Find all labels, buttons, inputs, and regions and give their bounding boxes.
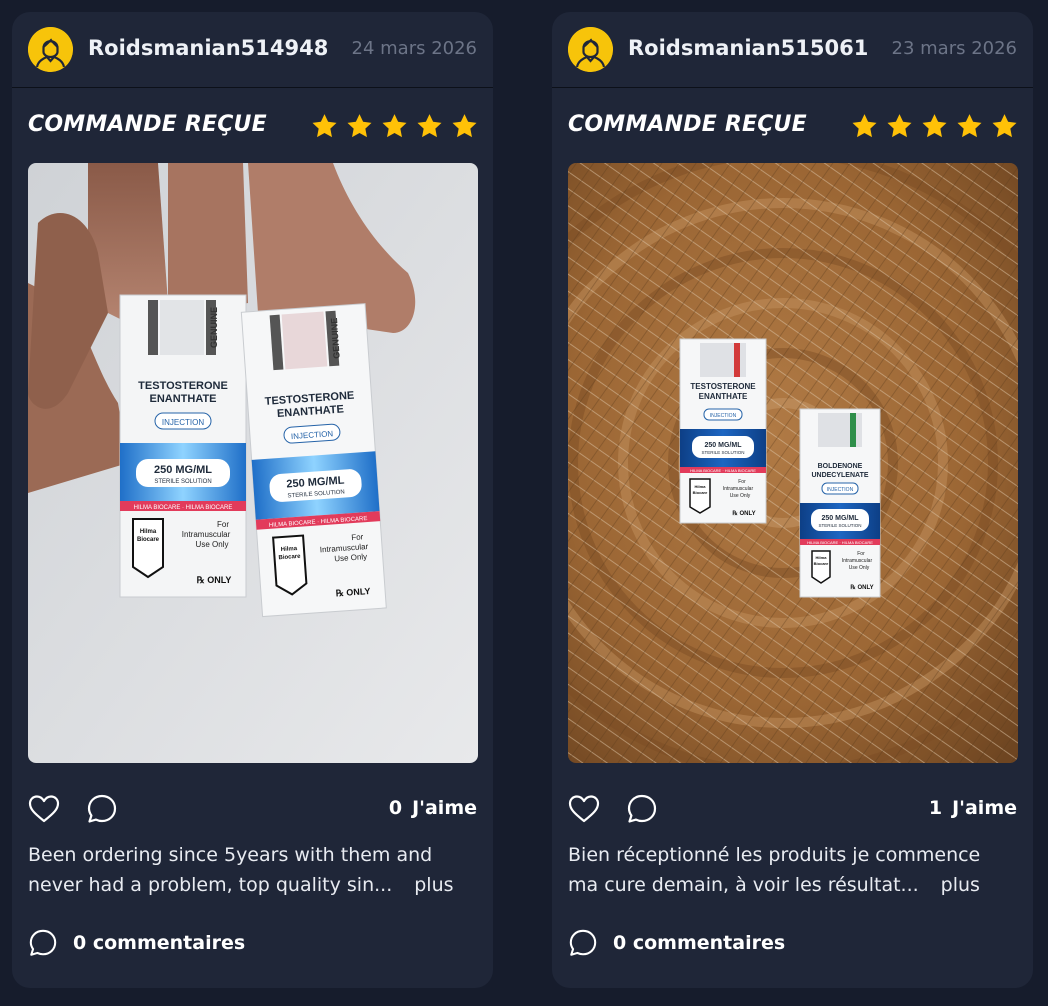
svg-text:For: For bbox=[857, 551, 865, 557]
like-count: 1 J'aime bbox=[929, 797, 1017, 819]
svg-text:GENUINE: GENUINE bbox=[209, 307, 219, 348]
like-count-value: 0 bbox=[388, 797, 403, 819]
star-rating bbox=[310, 112, 479, 140]
svg-text:HILMA BIOCARE · HILMA BIOCARE: HILMA BIOCARE · HILMA BIOCARE bbox=[134, 505, 233, 511]
svg-text:Hilma: Hilma bbox=[140, 529, 157, 535]
product-box: GENUINE TESTOSTERONE ENANTHATE INJECTION… bbox=[119, 294, 247, 598]
user-avatar-icon[interactable] bbox=[568, 27, 613, 72]
svg-text:Intramuscular: Intramuscular bbox=[842, 558, 873, 564]
svg-text:Biocare: Biocare bbox=[137, 537, 160, 543]
svg-text:250 MG/ML: 250 MG/ML bbox=[705, 442, 743, 449]
svg-text:STERILE SOLUTION: STERILE SOLUTION bbox=[818, 523, 861, 528]
svg-text:INJECTION: INJECTION bbox=[827, 487, 854, 493]
svg-text:Use Only: Use Only bbox=[196, 540, 229, 549]
comments-link[interactable]: 0 commentaires bbox=[28, 926, 245, 960]
svg-text:TESTOSTERONE: TESTOSTERONE bbox=[138, 380, 228, 392]
more-link[interactable]: plus bbox=[941, 874, 980, 896]
svg-text:ENANTHATE: ENANTHATE bbox=[699, 392, 748, 401]
svg-text:℞ ONLY: ℞ ONLY bbox=[732, 510, 755, 517]
review-text-line: Been ordering since 5years with them and bbox=[28, 844, 433, 866]
review-text: Been ordering since 5years with them and… bbox=[28, 840, 480, 900]
comments-count: 0 commentaires bbox=[613, 932, 786, 954]
star-icon bbox=[417, 114, 442, 138]
svg-text:Hilma: Hilma bbox=[281, 546, 298, 553]
svg-text:STERILE SOLUTION: STERILE SOLUTION bbox=[154, 479, 211, 485]
comments-link[interactable]: 0 commentaires bbox=[568, 926, 785, 960]
svg-text:Hilma: Hilma bbox=[816, 555, 828, 560]
svg-text:For: For bbox=[217, 520, 229, 529]
svg-text:INJECTION: INJECTION bbox=[162, 418, 204, 427]
svg-text:Intramuscular: Intramuscular bbox=[182, 530, 231, 539]
order-status: COMMANDE REÇUE bbox=[28, 112, 267, 137]
star-icon bbox=[312, 114, 337, 138]
review-date: 23 mars 2026 bbox=[891, 38, 1018, 59]
product-box: GENUINE TESTOSTERONE ENANTHATE INJECTION… bbox=[240, 303, 387, 618]
like-label: J'aime bbox=[412, 797, 477, 819]
svg-text:INJECTION: INJECTION bbox=[710, 413, 737, 419]
svg-text:ENANTHATE: ENANTHATE bbox=[149, 393, 216, 405]
more-link[interactable]: plus bbox=[414, 874, 453, 896]
svg-text:250 MG/ML: 250 MG/ML bbox=[822, 515, 860, 522]
star-rating bbox=[850, 112, 1019, 140]
comment-bubble-icon[interactable] bbox=[86, 793, 118, 825]
star-icon bbox=[992, 114, 1017, 138]
svg-text:UNDECYLENATE: UNDECYLENATE bbox=[811, 472, 868, 479]
comment-bubble-icon[interactable] bbox=[626, 793, 658, 825]
svg-text:Intramuscular: Intramuscular bbox=[723, 486, 754, 492]
svg-text:TESTOSTERONE: TESTOSTERONE bbox=[690, 382, 756, 391]
comment-bubble-icon bbox=[29, 929, 57, 956]
svg-text:Use Only: Use Only bbox=[849, 565, 870, 571]
svg-text:HILMA BIOCARE · HILMA BIOCARE: HILMA BIOCARE · HILMA BIOCARE bbox=[807, 540, 873, 545]
product-box: TESTOSTERONE ENANTHATE INJECTION 250 MG/… bbox=[679, 338, 767, 524]
svg-text:250 MG/ML: 250 MG/ML bbox=[154, 464, 212, 476]
review-text-line: never had a problem, top quality sin... bbox=[28, 874, 393, 896]
star-icon bbox=[887, 114, 912, 138]
star-icon bbox=[852, 114, 877, 138]
review-text: Bien réceptionné les produits je commenc… bbox=[568, 840, 1020, 900]
product-box: BOLDENONE UNDECYLENATE INJECTION 250 MG/… bbox=[799, 408, 881, 598]
heart-icon[interactable] bbox=[568, 794, 600, 824]
heart-icon[interactable] bbox=[28, 794, 60, 824]
svg-text:HILMA BIOCARE · HILMA BIOCARE: HILMA BIOCARE · HILMA BIOCARE bbox=[690, 468, 756, 473]
comment-bubble-icon bbox=[569, 929, 597, 956]
review-header: Roidsmanian514948 24 mars 2026 bbox=[12, 12, 493, 88]
star-icon bbox=[922, 114, 947, 138]
review-header: Roidsmanian515061 23 mars 2026 bbox=[552, 12, 1033, 88]
star-icon bbox=[452, 114, 477, 138]
svg-text:℞ ONLY: ℞ ONLY bbox=[197, 575, 232, 585]
star-icon bbox=[382, 114, 407, 138]
comments-count: 0 commentaires bbox=[73, 932, 246, 954]
order-status: COMMANDE REÇUE bbox=[568, 112, 807, 137]
svg-text:For: For bbox=[351, 532, 364, 542]
username[interactable]: Roidsmanian514948 bbox=[88, 36, 328, 60]
svg-text:STERILE SOLUTION: STERILE SOLUTION bbox=[701, 450, 744, 455]
like-count: 0 J'aime bbox=[389, 797, 477, 819]
user-avatar-icon[interactable] bbox=[28, 27, 73, 72]
review-card: Roidsmanian514948 24 mars 2026 COMMANDE … bbox=[12, 12, 493, 988]
star-icon bbox=[347, 114, 372, 138]
svg-text:Biocare: Biocare bbox=[693, 490, 708, 495]
svg-text:℞ ONLY: ℞ ONLY bbox=[850, 584, 873, 591]
svg-text:Hilma: Hilma bbox=[695, 484, 707, 489]
star-icon bbox=[957, 114, 982, 138]
review-photo[interactable]: GENUINE TESTOSTERONE ENANTHATE INJECTION… bbox=[28, 163, 478, 763]
svg-text:Biocare: Biocare bbox=[814, 561, 829, 566]
svg-text:For: For bbox=[738, 479, 746, 485]
review-card: Roidsmanian515061 23 mars 2026 COMMANDE … bbox=[552, 12, 1033, 988]
svg-text:BOLDENONE: BOLDENONE bbox=[818, 463, 863, 470]
review-text-line: ma cure demain, à voir les résultat... bbox=[568, 874, 919, 896]
like-count-value: 1 bbox=[928, 797, 943, 819]
like-label: J'aime bbox=[952, 797, 1017, 819]
review-date: 24 mars 2026 bbox=[351, 38, 478, 59]
review-photo[interactable]: TESTOSTERONE ENANTHATE INJECTION 250 MG/… bbox=[568, 163, 1018, 763]
svg-text:Use Only: Use Only bbox=[730, 493, 751, 499]
review-text-line: Bien réceptionné les produits je commenc… bbox=[568, 844, 981, 866]
username[interactable]: Roidsmanian515061 bbox=[628, 36, 868, 60]
